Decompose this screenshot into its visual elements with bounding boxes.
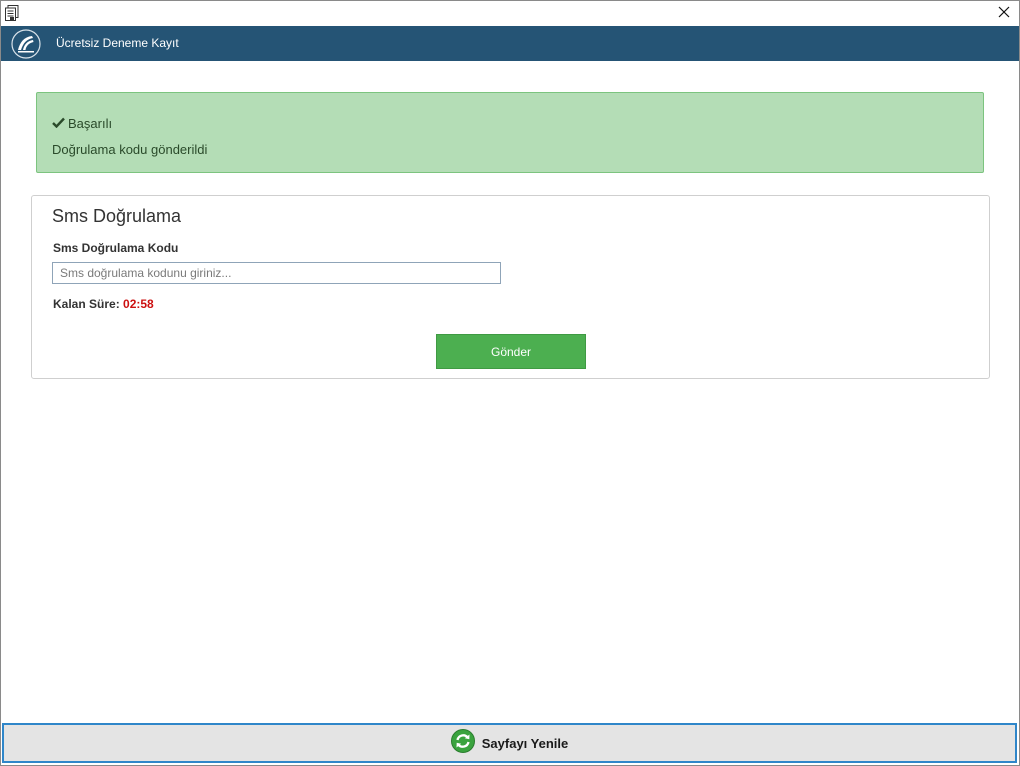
close-icon <box>998 5 1010 23</box>
app-window: Ücretsiz Deneme Kayıt Başarılı Doğrulama… <box>0 0 1020 766</box>
remaining-time-value: 02:58 <box>123 297 154 311</box>
check-icon <box>52 116 68 131</box>
remaining-time-row: Kalan Süre: 02:58 <box>53 297 154 311</box>
sms-code-label: Sms Doğrulama Kodu <box>53 241 179 255</box>
document-app-icon <box>5 5 19 21</box>
success-alert: Başarılı Doğrulama kodu gönderildi <box>36 92 984 173</box>
panel-title: Sms Doğrulama <box>52 206 182 226</box>
sms-verification-panel: Sms Doğrulama Sms Doğrulama Kodu Kalan S… <box>31 195 990 379</box>
send-button[interactable]: Gönder <box>436 334 586 369</box>
alert-message: Doğrulama kodu gönderildi <box>52 142 208 157</box>
refresh-page-button[interactable]: Sayfayı Yenile <box>2 723 1017 763</box>
refresh-label: Sayfayı Yenile <box>481 735 569 751</box>
remaining-time-label: Kalan Süre: <box>53 297 120 311</box>
app-header: Ücretsiz Deneme Kayıt <box>1 26 1019 61</box>
sms-code-input[interactable] <box>52 262 501 284</box>
alert-title-row: Başarılı <box>52 116 112 131</box>
title-bar <box>1 1 1019 26</box>
close-button[interactable] <box>989 1 1019 26</box>
alert-title: Başarılı <box>68 116 113 131</box>
company-logo-icon <box>11 29 41 59</box>
refresh-icon <box>450 728 475 758</box>
header-title: Ücretsiz Deneme Kayıt <box>56 36 179 50</box>
